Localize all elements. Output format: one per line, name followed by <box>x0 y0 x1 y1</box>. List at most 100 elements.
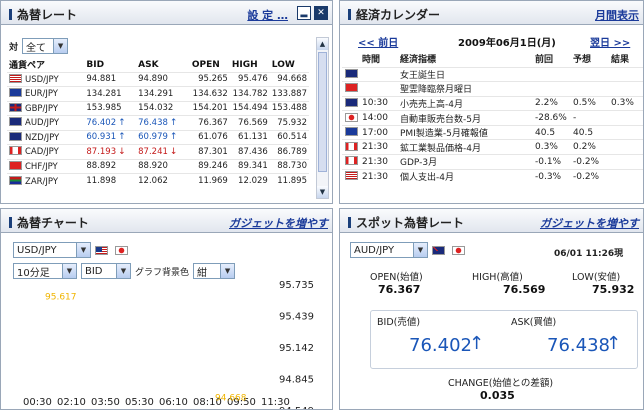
col-time: 時間 <box>362 55 381 66</box>
chart-annotation: 95.617 <box>45 293 77 303</box>
event-cell: 個人支出-4月 <box>400 168 535 184</box>
bid-value: 60.931 <box>86 132 117 143</box>
ask-cell: 154.032 <box>136 100 190 116</box>
forecast-cell <box>573 66 611 82</box>
calendar-row[interactable]: 14:00 自動車販売台数-5月 -28.6% - <box>342 110 643 126</box>
bid-value: 76.402 <box>409 335 472 356</box>
scroll-down-icon[interactable]: ▼ <box>317 186 328 198</box>
ask-up-arrow-icon: ↑ <box>606 333 622 354</box>
low-cell: 86.789 <box>269 144 309 159</box>
result-cell <box>611 66 643 82</box>
calendar-panel-title: 経済カレンダー <box>348 6 440 23</box>
calendar-row[interactable]: 女王誕生日 <box>342 66 643 82</box>
pair-name: GBP/JPY <box>25 103 59 114</box>
prev-day-link[interactable]: << 前日 <box>358 34 398 49</box>
minimize-icon[interactable]: ▂ <box>297 6 311 20</box>
add-gadget-link[interactable]: ガジェットを増やす <box>540 215 639 231</box>
bid-value: 94.881 <box>86 74 117 85</box>
time-cell: 21:30 <box>362 168 400 184</box>
gb-flag-icon <box>9 102 22 112</box>
fx-chart: 95.73595.43995.14294.84594.54900:3002:10… <box>23 280 314 409</box>
ca-flag-icon <box>9 146 22 156</box>
eu-flag-icon <box>345 127 358 137</box>
pair-name: CAD/JPY <box>25 147 59 158</box>
low-cell: 94.668 <box>269 71 309 87</box>
pair-cell: NZD/JPY <box>7 129 85 145</box>
rate-row[interactable]: NZD/JPY 60.931 ↑ 60.979 ↑ 61.076 61.131 60.514 <box>7 129 309 145</box>
scroll-up-icon[interactable]: ▲ <box>317 38 328 50</box>
flag-cell <box>342 66 362 82</box>
jp-flag-icon <box>345 112 358 122</box>
calendar-row[interactable]: 21:30 鉱工業製品価格-4月 0.3% 0.2% <box>342 139 643 155</box>
us-flag-icon <box>345 171 358 181</box>
rate-row[interactable]: GBP/JPY 153.985 154.032 154.201 154.494 153.4… <box>7 100 309 116</box>
ca-flag-icon <box>345 156 358 166</box>
open-cell: 95.265 <box>189 71 230 87</box>
calendar-row[interactable]: 21:30 個人支出-4月 -0.3% -0.2% <box>342 168 643 184</box>
bid-ask-box: BID(売値) 76.402 ↑ ASK(買値) 76.438 ↑ <box>370 310 638 369</box>
result-cell <box>611 81 643 97</box>
down-arrow-icon: ↓ <box>118 146 126 157</box>
high-label: HIGH(高値) <box>472 272 523 283</box>
close-icon[interactable]: ✕ <box>314 6 328 20</box>
rate-row[interactable]: CAD/JPY 87.193 ↓ 87.241 ↓ 87.301 87.436 86.789 <box>7 144 309 159</box>
col-result: 結果 <box>611 55 630 66</box>
calendar-row[interactable]: 17:00 PMI製造業-5月確報値 40.5 40.5 <box>342 124 643 140</box>
filter-select[interactable]: 全て ▼ <box>22 38 69 54</box>
bid-cell: 60.931 ↑ <box>84 129 137 145</box>
forecast-cell: -0.2% <box>573 154 611 170</box>
ch-flag-icon <box>345 83 358 93</box>
up-arrow-icon: ↑ <box>118 117 126 128</box>
rate-row[interactable]: ZAR/JPY 11.898 12.062 11.969 12.029 11.895 <box>7 173 309 188</box>
result-cell <box>611 168 643 184</box>
rate-row[interactable]: USD/JPY 94.881 94.890 95.265 95.476 94.668 <box>7 71 309 87</box>
forecast-cell: - <box>573 110 611 126</box>
rate-row[interactable]: CHF/JPY 88.892 88.920 89.246 89.341 88.730 <box>7 158 309 174</box>
spot-pair-row: AUD/JPY ▼ <box>350 242 468 258</box>
ch-flag-icon <box>9 160 22 170</box>
high-cell: 76.569 <box>229 115 270 130</box>
rate-row[interactable]: EUR/JPY 134.281 134.291 134.632 134.782 133.8… <box>7 86 309 101</box>
next-day-link[interactable]: 翌日 >> <box>590 34 630 49</box>
calendar-date: 2009年06月1日(月) <box>458 38 556 49</box>
result-cell <box>611 154 643 170</box>
open-cell: 87.301 <box>189 144 230 159</box>
change-value: 0.035 <box>480 389 515 402</box>
pair-name: NZD/JPY <box>25 132 60 143</box>
calendar-row[interactable]: 聖霊降臨祭月曜日 <box>342 81 643 97</box>
rates-panel-title: 為替レート <box>9 6 77 23</box>
weekly-view-link[interactable]: 月間表示 <box>595 7 639 23</box>
up-arrow-icon: ↑ <box>169 132 178 143</box>
bid-cell: 94.881 <box>84 71 137 87</box>
ask-value: 60.979 <box>138 132 168 143</box>
ask-value: 154.032 <box>138 103 174 114</box>
ask-value: 76.438 <box>138 117 168 128</box>
za-flag-icon <box>9 175 22 185</box>
event-cell: 小売売上高-4月 <box>400 95 535 111</box>
event-cell: PMI製造業-5月確報値 <box>400 124 535 140</box>
up-arrow-icon: ↑ <box>118 132 126 143</box>
low-cell: 133.887 <box>269 86 309 101</box>
calendar-table: 時間 経済指標 前回 予想 結果 女王誕生日 聖霊降臨祭月曜日 10:30 小売売上高… <box>342 51 643 184</box>
calendar-row[interactable]: 10:30 小売売上高-4月 2.2% 0.5% 0.3% <box>342 95 643 111</box>
high-value: 76.569 <box>503 283 546 296</box>
pair-name: EUR/JPY <box>25 89 58 100</box>
spot-panel: スポット為替レート ガジェットを増やす AUD/JPY ▼ 06/01 11:2… <box>339 208 644 410</box>
rate-row[interactable]: AUD/JPY 76.402 ↑ 76.438 ↑ 76.367 76.569 75.932 <box>7 115 309 130</box>
scroll-thumb[interactable] <box>318 52 327 172</box>
col-event: 経済指標 <box>400 55 437 66</box>
bid-label: BID(売値) <box>377 317 421 328</box>
pair-name: AUD/JPY <box>25 118 60 129</box>
settings-link[interactable]: 設 定 … <box>247 7 288 23</box>
open-cell: 154.201 <box>189 100 230 116</box>
x-tick-label: 05:30 <box>125 397 154 408</box>
ask-value: 88.920 <box>138 161 168 172</box>
high-cell: 87.436 <box>229 144 270 159</box>
x-tick-label: 06:10 <box>159 397 188 408</box>
ask-label: ASK(買値) <box>511 317 557 328</box>
ask-value: 134.291 <box>138 88 174 99</box>
ask-value: 12.062 <box>138 176 168 186</box>
spot-pair-select[interactable]: AUD/JPY ▼ <box>350 242 428 258</box>
calendar-row[interactable]: 21:30 GDP-3月 -0.1% -0.2% <box>342 154 643 170</box>
rates-scrollbar[interactable]: ▲ ▼ <box>316 37 329 199</box>
